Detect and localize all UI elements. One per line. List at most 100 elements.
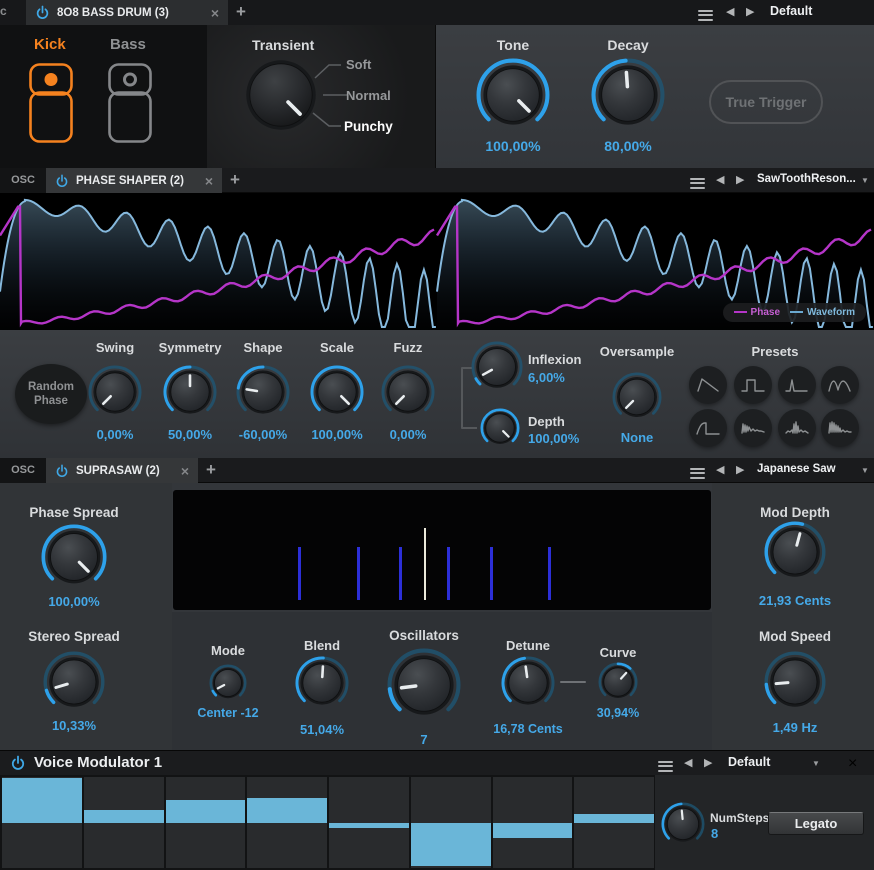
numsteps-value: 8 bbox=[711, 826, 751, 841]
vm-preset-selector[interactable]: Default bbox=[728, 755, 770, 769]
mod-speed-value: 1,49 Hz bbox=[723, 720, 867, 735]
clipped-tab[interactable]: c bbox=[0, 4, 7, 18]
close-tab-icon[interactable]: × bbox=[211, 6, 219, 20]
numsteps-knob[interactable] bbox=[661, 802, 705, 846]
power-icon[interactable] bbox=[10, 755, 26, 771]
curve-knob[interactable] bbox=[598, 662, 638, 702]
menu-icon[interactable] bbox=[658, 758, 673, 774]
waveform-display[interactable]: Phase Waveform bbox=[0, 193, 874, 330]
preset-selector[interactable]: Default bbox=[770, 4, 812, 18]
close-tab-icon[interactable]: × bbox=[205, 174, 213, 188]
prev-preset-icon[interactable]: ◀ bbox=[684, 756, 692, 770]
add-osc-button[interactable]: + bbox=[230, 171, 240, 188]
legato-button[interactable]: Legato bbox=[768, 812, 864, 835]
step-2[interactable] bbox=[84, 777, 164, 868]
next-preset-icon[interactable]: ▶ bbox=[736, 173, 744, 187]
bass-pad-icon[interactable] bbox=[108, 63, 152, 143]
close-tab-icon[interactable]: × bbox=[181, 464, 189, 478]
tab-phase-shaper[interactable]: PHASE SHAPER (2) × bbox=[46, 168, 222, 193]
preset-double-sine-button[interactable] bbox=[821, 366, 859, 404]
close-panel-icon[interactable]: × bbox=[848, 755, 857, 773]
menu-icon[interactable] bbox=[690, 465, 705, 481]
mod-depth-knob[interactable] bbox=[764, 521, 826, 583]
prev-preset-icon[interactable]: ◀ bbox=[716, 463, 724, 477]
tone-decay-panel: Tone 100,00% Decay 80,00% True Trigger bbox=[435, 25, 874, 168]
blend-value: 51,04% bbox=[282, 722, 362, 737]
step-bar bbox=[493, 823, 573, 838]
menu-icon[interactable] bbox=[690, 175, 705, 191]
preset-pulse-button[interactable] bbox=[734, 366, 772, 404]
osc-preset-selector[interactable]: Japanese Saw bbox=[757, 463, 836, 475]
phase-spread-knob[interactable] bbox=[41, 524, 107, 590]
legend-waveform: Waveform bbox=[790, 307, 855, 318]
step-8[interactable] bbox=[574, 777, 654, 868]
suprasaw-spectrum-display[interactable] bbox=[173, 490, 711, 610]
preset-mid-harmonics-button[interactable] bbox=[778, 409, 816, 447]
scale-knob[interactable] bbox=[310, 365, 364, 419]
prev-preset-icon[interactable]: ◀ bbox=[726, 5, 734, 19]
transient-option-soft[interactable]: Soft bbox=[346, 57, 371, 72]
stereo-spread-knob[interactable] bbox=[43, 651, 105, 713]
depth-knob[interactable] bbox=[480, 408, 520, 448]
add-device-button[interactable]: + bbox=[236, 3, 246, 20]
next-preset-icon[interactable]: ▶ bbox=[746, 5, 754, 19]
transient-option-normal[interactable]: Normal bbox=[346, 88, 391, 103]
kick-pad-icon[interactable] bbox=[29, 63, 73, 143]
mod-speed-knob[interactable] bbox=[764, 651, 826, 713]
bass-label[interactable]: Bass bbox=[110, 36, 146, 53]
blend-knob[interactable] bbox=[295, 656, 349, 710]
power-icon[interactable] bbox=[35, 5, 50, 20]
prev-preset-icon[interactable]: ◀ bbox=[716, 173, 724, 187]
drum-select-panel: Kick Bass bbox=[0, 25, 207, 168]
symmetry-knob[interactable] bbox=[163, 365, 217, 419]
add-osc-button[interactable]: + bbox=[206, 461, 216, 478]
step-bar bbox=[329, 823, 409, 829]
preset-dense-harmonics-button[interactable] bbox=[821, 409, 859, 447]
step-6[interactable] bbox=[411, 777, 491, 868]
oversample-knob[interactable] bbox=[612, 372, 662, 422]
preset-round-step-button[interactable] bbox=[689, 409, 727, 447]
preset-decay-harmonics-button[interactable] bbox=[734, 409, 772, 447]
spectrum-partial-line bbox=[357, 547, 360, 600]
osc-section-label: OSC bbox=[0, 168, 46, 193]
mode-knob[interactable] bbox=[209, 664, 247, 702]
mod-speed-label: Mod Speed bbox=[723, 629, 867, 644]
shape-knob[interactable] bbox=[236, 365, 290, 419]
next-preset-icon[interactable]: ▶ bbox=[736, 463, 744, 477]
step-3[interactable] bbox=[166, 777, 246, 868]
true-trigger-button[interactable]: True Trigger bbox=[709, 80, 823, 124]
fuzz-knob[interactable] bbox=[381, 365, 435, 419]
tab-808-bass-drum[interactable]: 8O8 BASS DRUM (3) × bbox=[26, 0, 228, 25]
step-4[interactable] bbox=[247, 777, 327, 868]
spectrum-partial-line bbox=[399, 547, 402, 600]
osc-section-label: OSC bbox=[0, 458, 46, 483]
preset-spike-button[interactable] bbox=[778, 366, 816, 404]
step-5[interactable] bbox=[329, 777, 409, 868]
menu-icon[interactable] bbox=[698, 7, 713, 23]
power-icon[interactable] bbox=[55, 464, 69, 478]
decay-knob[interactable] bbox=[591, 58, 665, 132]
tab-suprasaw[interactable]: SUPRASAW (2) × bbox=[46, 458, 198, 483]
presets-label: Presets bbox=[725, 344, 825, 359]
step-1[interactable] bbox=[2, 777, 82, 868]
detune-knob[interactable] bbox=[501, 656, 555, 710]
swing-knob[interactable] bbox=[88, 365, 142, 419]
decay-label: Decay bbox=[578, 37, 678, 53]
detune-label: Detune bbox=[488, 638, 568, 653]
preset-saw-button[interactable] bbox=[689, 366, 727, 404]
chevron-down-icon[interactable]: ▼ bbox=[812, 759, 820, 768]
osc-preset-selector[interactable]: SawToothReson... bbox=[757, 173, 856, 185]
inflexion-knob[interactable] bbox=[471, 341, 523, 393]
kick-label[interactable]: Kick bbox=[34, 36, 66, 53]
transient-option-punchy[interactable]: Punchy bbox=[344, 119, 393, 134]
tone-knob[interactable] bbox=[476, 58, 550, 132]
chevron-down-icon[interactable]: ▼ bbox=[861, 176, 869, 185]
next-preset-icon[interactable]: ▶ bbox=[704, 756, 712, 770]
random-phase-button[interactable]: Random Phase bbox=[15, 364, 87, 424]
mode-label: Mode bbox=[188, 643, 268, 658]
power-icon[interactable] bbox=[55, 174, 69, 188]
oscillators-knob[interactable] bbox=[387, 648, 461, 722]
step-7[interactable] bbox=[493, 777, 573, 868]
step-bar bbox=[574, 814, 654, 822]
chevron-down-icon[interactable]: ▼ bbox=[861, 466, 869, 475]
